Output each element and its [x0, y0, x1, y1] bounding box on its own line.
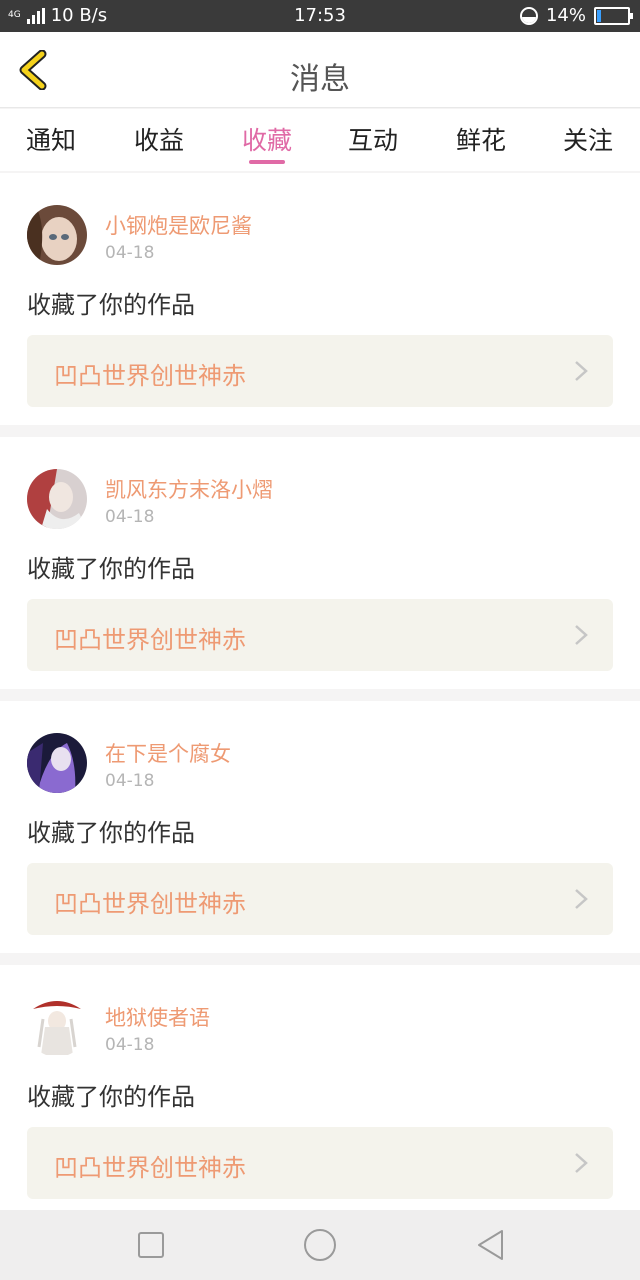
- active-tab-indicator: [249, 160, 285, 164]
- status-right: 14%: [519, 5, 633, 26]
- avatar[interactable]: [27, 997, 87, 1057]
- avatar[interactable]: [27, 205, 87, 265]
- battery-icon: [594, 6, 633, 25]
- tab-follows[interactable]: 关注: [538, 121, 638, 157]
- work-link[interactable]: 凹凸世界创世神赤: [27, 599, 613, 671]
- circle-icon[interactable]: [303, 1228, 337, 1262]
- list-item: 在下是个腐女 04-18 收藏了你的作品 凹凸世界创世神赤: [0, 701, 640, 953]
- username[interactable]: 地狱使者语: [105, 1002, 210, 1032]
- chevron-right-icon: [575, 625, 588, 645]
- chevron-right-icon: [575, 889, 588, 909]
- work-title: 凹凸世界创世神赤: [54, 626, 246, 654]
- avatar[interactable]: [27, 469, 87, 529]
- date: 04-18: [105, 771, 155, 791]
- date: 04-18: [105, 507, 155, 527]
- action-text: 收藏了你的作品: [27, 291, 195, 319]
- work-title: 凹凸世界创世神赤: [54, 362, 246, 390]
- work-title: 凹凸世界创世神赤: [54, 890, 246, 918]
- system-nav-bar: [0, 1210, 640, 1280]
- chevron-right-icon: [575, 361, 588, 381]
- app-header: 消息: [0, 32, 640, 108]
- dnd-icon: [519, 6, 538, 25]
- tab-notifications[interactable]: 通知: [1, 121, 101, 157]
- page-title: 消息: [290, 62, 350, 97]
- tab-favorites[interactable]: 收藏: [217, 121, 317, 157]
- battery-percent: 14%: [545, 5, 586, 26]
- work-link[interactable]: 凹凸世界创世神赤: [27, 335, 613, 407]
- username[interactable]: 在下是个腐女: [105, 738, 231, 768]
- chevron-right-icon: [575, 1153, 588, 1173]
- list-item: 地狱使者语 04-18 收藏了你的作品 凹凸世界创世神赤: [0, 965, 640, 1217]
- status-bar: 4G 10 B/s 17:53 14%: [0, 0, 640, 32]
- avatar[interactable]: [27, 733, 87, 793]
- date: 04-18: [105, 243, 155, 263]
- battery-fill: [597, 9, 601, 22]
- username[interactable]: 小钢炮是欧尼酱: [105, 210, 252, 240]
- list-item: 凯风东方末洛小熠 04-18 收藏了你的作品 凹凸世界创世神赤: [0, 437, 640, 689]
- tab-earnings[interactable]: 收益: [109, 121, 209, 157]
- action-text: 收藏了你的作品: [27, 819, 195, 847]
- work-link[interactable]: 凹凸世界创世神赤: [27, 863, 613, 935]
- action-text: 收藏了你的作品: [27, 1083, 195, 1111]
- username[interactable]: 凯风东方末洛小熠: [105, 474, 273, 504]
- list-item: 小钢炮是欧尼酱 04-18 收藏了你的作品 凹凸世界创世神赤: [0, 173, 640, 425]
- tab-interactions[interactable]: 互动: [323, 121, 423, 157]
- action-text: 收藏了你的作品: [27, 555, 195, 583]
- tab-bar: 通知 收益 收藏 互动 鲜花 关注: [0, 109, 640, 171]
- work-title: 凹凸世界创世神赤: [54, 1154, 246, 1182]
- tab-flowers[interactable]: 鲜花: [431, 121, 531, 157]
- date: 04-18: [105, 1035, 155, 1055]
- triangle-back-icon[interactable]: [474, 1228, 508, 1262]
- work-link[interactable]: 凹凸世界创世神赤: [27, 1127, 613, 1199]
- square-icon[interactable]: [134, 1228, 168, 1262]
